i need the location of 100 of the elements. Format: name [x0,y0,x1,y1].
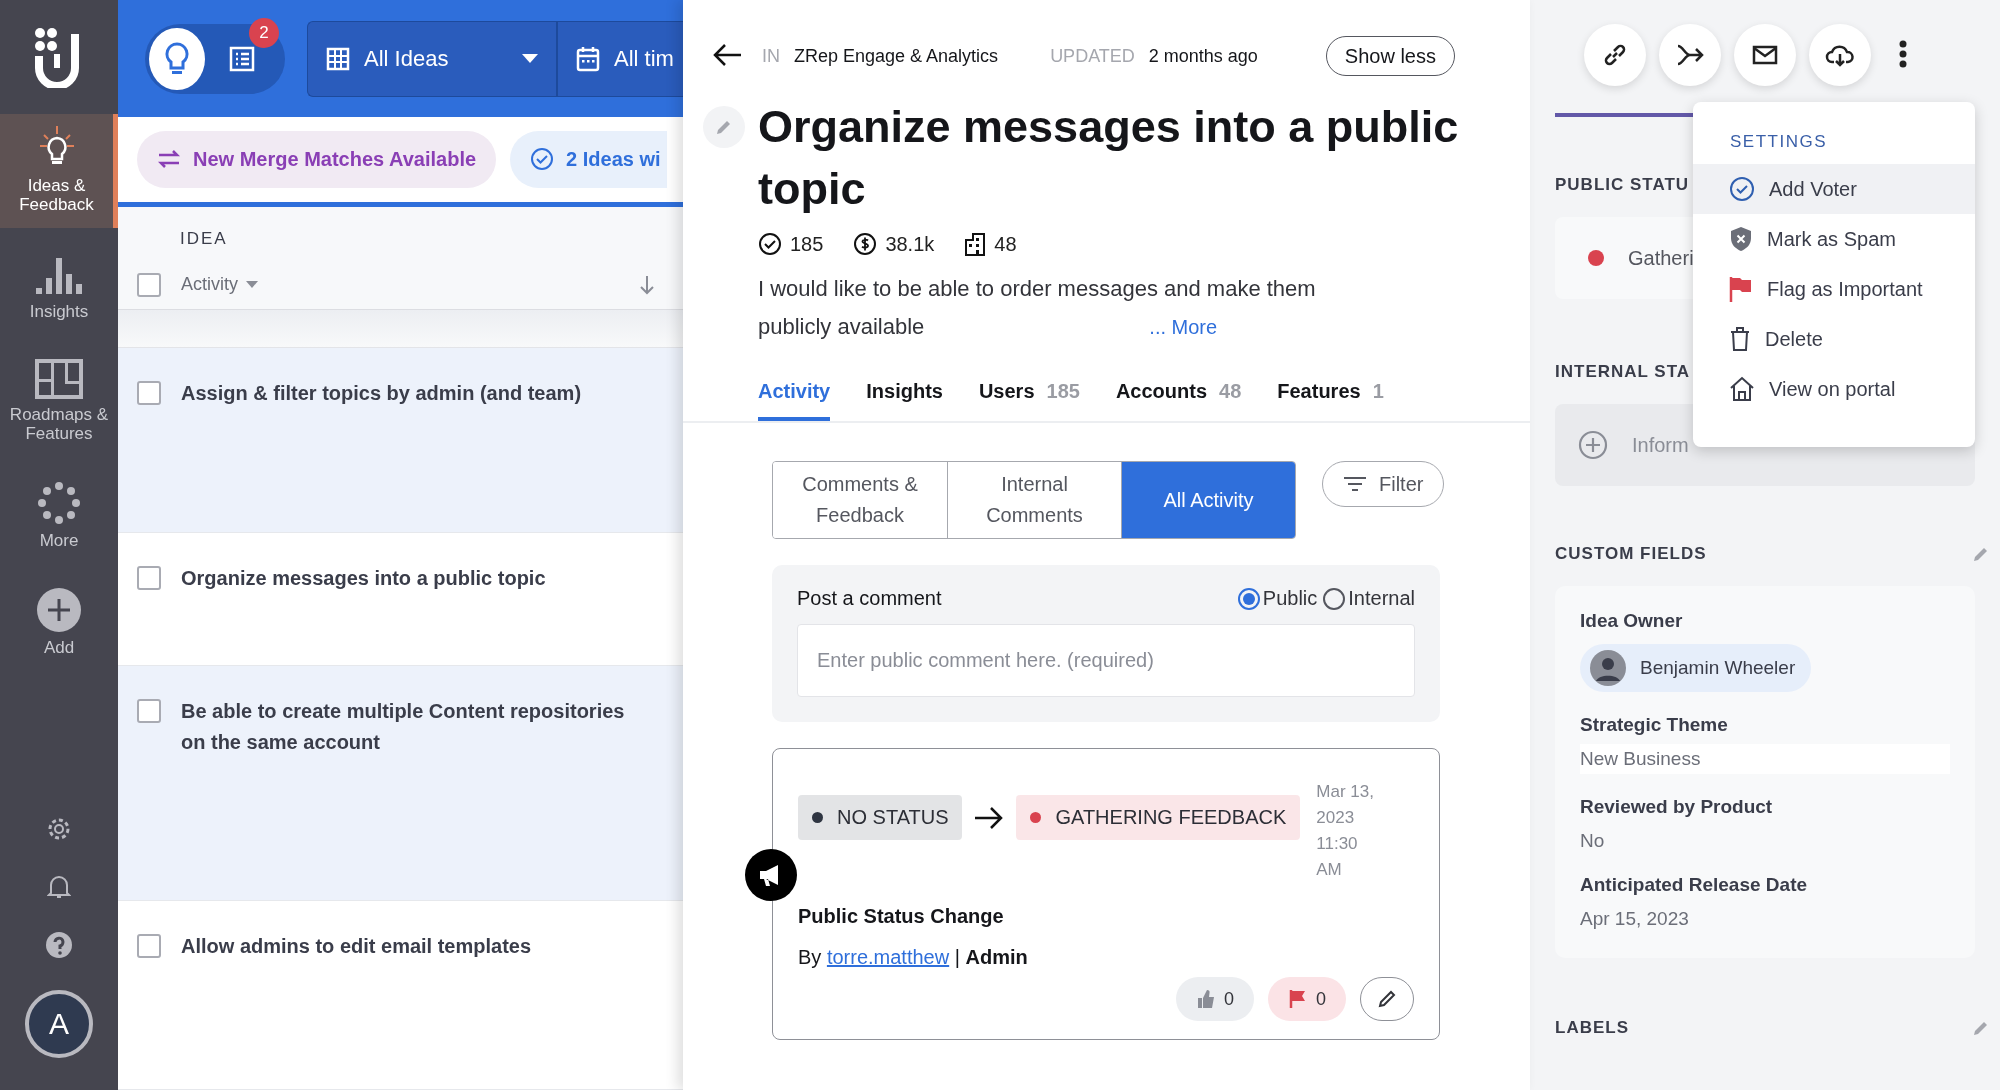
checkbox[interactable] [137,934,161,959]
home-icon [1729,376,1755,402]
idea-title: Organize messages into a public topic [758,100,1460,216]
view-dropdown[interactable]: All Ideas [308,21,558,96]
tab[interactable]: Users 185 [978,368,1080,421]
filter-icon [1343,476,1367,492]
settings-icon[interactable] [46,816,72,842]
checkbox[interactable] [137,566,161,591]
email-button[interactable] [1734,24,1796,86]
menu-item[interactable]: Flag as Important [1693,264,1975,314]
ideas-view-button[interactable] [149,27,205,90]
nav-item[interactable]: Roadmaps & Features [0,349,118,453]
list-icon [228,45,255,72]
idea-title: Assign & filter topics by admin (and team) [181,380,582,406]
check-circle-icon [1729,176,1755,202]
radio-option[interactable]: Public [1237,587,1318,610]
menu-item[interactable]: Delete [1693,314,1975,364]
time-dropdown[interactable]: All tim [558,21,683,96]
owner-chip[interactable]: Benjamin Wheeler [1580,644,1812,692]
tab[interactable]: Accounts 48 [1115,368,1242,421]
plus-circle-icon [1578,430,1608,460]
section-heading: LABELS [1555,1018,1629,1038]
avatar [1590,650,1626,686]
sort-dropdown[interactable]: Activity [181,274,258,295]
help-icon[interactable] [46,932,72,958]
checkbox[interactable] [137,698,161,723]
menu-item[interactable]: Add Voter [1693,164,1975,214]
arrow-icon [974,807,1005,829]
caret-icon [522,53,538,64]
idea-row[interactable]: Be able to create multiple Content repositories on the same account [118,665,683,902]
check-circle-icon [530,147,555,172]
status-chip: GATHERING FEEDBACK [1016,795,1301,840]
field-label: Reviewed by Product [1580,796,1774,818]
nav-item[interactable]: Add [0,578,118,667]
tab[interactable]: Activity [758,368,831,421]
segment-tab[interactable]: All Activity [1121,462,1295,538]
link-icon [1602,42,1628,68]
nav-item[interactable]: Ideas & Feedback [0,114,118,228]
status-value: Inform [1632,433,1689,457]
link-button[interactable] [1584,24,1646,86]
idea-row[interactable]: Assign & filter topics by admin (and team) [118,347,683,534]
more-link[interactable]: ... More [1149,316,1218,338]
thumbs-up-icon [1195,989,1216,1009]
flag-icon [1288,989,1308,1009]
merge-button[interactable] [1659,24,1721,86]
merge-matches-banner[interactable]: New Merge Matches Available [137,130,497,188]
updated-time: 2 months ago [1148,45,1258,67]
select-all-checkbox[interactable] [137,272,161,297]
plus-icon [37,588,81,632]
shield-icon [1729,226,1753,252]
check-circle-icon [758,232,782,256]
bar-chart-icon [34,256,84,296]
building-icon [964,232,987,256]
menu-heading: SETTINGS [1729,132,1828,152]
dots-circle-icon [37,481,81,525]
checkbox[interactable] [137,380,161,405]
tab[interactable]: Insights [866,368,943,421]
ideas-banner[interactable]: 2 Ideas wi [510,130,667,188]
show-less-button[interactable]: Show less [1325,36,1455,76]
radio-option[interactable]: Internal [1323,587,1415,610]
field-value: No [1580,830,1606,852]
tab[interactable]: Features 1 [1277,368,1384,421]
pencil-icon [1377,989,1397,1009]
caret-icon [246,281,258,288]
field-value[interactable]: New Business [1580,744,1950,774]
board-icon [35,359,83,399]
nav-item[interactable]: More [0,471,118,560]
project-name: ZRep Engage & Analytics [794,45,999,67]
comment-input[interactable]: Enter public comment here. (required) [797,624,1415,697]
cloud-download-icon [1825,43,1855,67]
menu-item[interactable]: Mark as Spam [1693,214,1975,264]
dollar-icon [853,232,878,256]
idea-description: I would like to be able to order messages and make them publicly available ... More [757,275,1317,341]
nav-item[interactable]: Insights [0,246,118,331]
author-line: By torre.matthew | Admin [798,946,1029,969]
sort-direction-icon[interactable] [639,274,655,295]
cloud-download-button[interactable] [1809,24,1871,86]
idea-title: Allow admins to edit email templates [181,934,532,960]
back-arrow-icon [712,43,742,66]
section-heading: INTERNAL STA [1555,362,1691,382]
upvote-button[interactable]: 0 [1175,977,1254,1021]
calendar-icon [576,45,600,72]
status-chip: NO STATUS [798,795,963,840]
stat-value: 48 [994,232,1017,256]
menu-item[interactable]: View on portal [1693,364,1975,414]
updated-label: UPDATED [1050,45,1135,67]
edit-button[interactable] [1360,977,1414,1021]
stat-value: 38.1k [885,232,935,256]
megaphone-icon [745,849,797,901]
activity-title: Public Status Change [798,905,1005,928]
author-link[interactable]: torre.matthew [826,946,950,968]
column-heading: IDEA [180,228,229,249]
filter-button[interactable]: Filter [1322,461,1445,507]
flag-button[interactable]: 0 [1268,977,1346,1021]
merge-arrow-icon [1676,44,1704,66]
field-label: Idea Owner [1580,610,1684,632]
user-avatar[interactable]: A [25,990,93,1058]
swap-arrows-icon [157,149,181,170]
lightbulb-icon [163,41,190,76]
bell-icon[interactable] [47,874,71,900]
